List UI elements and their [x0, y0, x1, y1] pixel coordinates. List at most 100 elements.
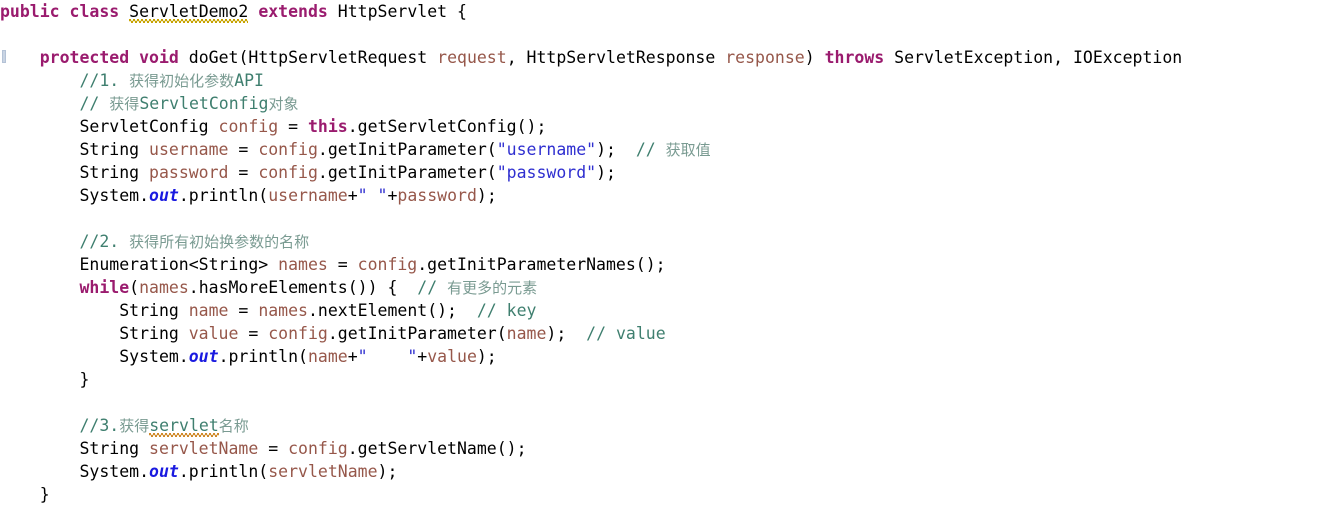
code-token: class: [69, 2, 120, 21]
code-token: .getServletConfig();: [347, 117, 547, 136]
code-token: }: [0, 485, 50, 504]
code-token: request: [437, 48, 507, 67]
code-token: //: [417, 278, 438, 297]
code-token: config: [258, 140, 318, 159]
code-token: "password": [496, 163, 597, 182]
code-token: );: [596, 140, 616, 159]
line-servletconfig[interactable]: ServletConfig config = this.getServletCo…: [0, 115, 1319, 138]
code-token: config: [288, 439, 348, 458]
code-token: API: [234, 71, 264, 90]
code-token: =: [258, 439, 289, 458]
code-token: 对象: [268, 95, 299, 113]
code-token: 获得: [119, 417, 150, 435]
code-token: //1.: [79, 71, 120, 90]
line-comment-2[interactable]: // 获得ServletConfig对象: [0, 92, 1319, 115]
code-token: );: [377, 462, 398, 481]
code-token: String: [0, 324, 189, 343]
code-token: =: [327, 255, 358, 274]
code-token: username: [149, 140, 229, 159]
line-blank-2[interactable]: [0, 207, 1319, 230]
code-token: names: [139, 278, 189, 297]
line-username[interactable]: String username = config.getInitParamete…: [0, 138, 1319, 161]
code-token: out: [188, 347, 219, 366]
code-token: //: [79, 94, 100, 113]
code-token: config: [218, 117, 279, 136]
code-token: config: [357, 255, 418, 274]
line-servletname[interactable]: String servletName = config.getServletNa…: [0, 437, 1319, 460]
code-token: .hasMoreElements()) {: [188, 278, 398, 297]
line-comment-1[interactable]: //1. 获得初始化参数API: [0, 69, 1319, 92]
line-comment-4[interactable]: //3.获得servlet名称: [0, 414, 1319, 437]
line-value[interactable]: String value = config.getInitParameter(n…: [0, 322, 1319, 345]
code-token: =: [278, 117, 308, 136]
code-token: while: [79, 278, 130, 297]
line-blank-3[interactable]: [0, 391, 1319, 414]
code-token: +: [417, 347, 428, 366]
code-token: out: [149, 462, 179, 481]
line-enumeration[interactable]: Enumeration<String> names = config.getIn…: [0, 253, 1319, 276]
code-token: // key: [476, 301, 537, 320]
code-token: password: [149, 163, 229, 182]
code-token: String: [0, 439, 150, 458]
code-token: .getInitParameter(: [317, 163, 497, 182]
code-editor-viewport[interactable]: public class ServletDemo2 extends HttpSe…: [0, 0, 1319, 508]
code-token: 获得: [109, 95, 140, 113]
line-password[interactable]: String password = config.getInitParamete…: [0, 161, 1319, 184]
source-code-block[interactable]: public class ServletDemo2 extends HttpSe…: [0, 0, 1319, 506]
code-token: protected: [39, 48, 130, 67]
line-print-namevalue[interactable]: System.out.println(name+" "+value);: [0, 345, 1319, 368]
code-token: );: [476, 347, 497, 366]
code-token: .getServletName();: [347, 439, 527, 458]
code-token: 获得所有初始换参数的名称: [129, 233, 310, 251]
code-token: throws: [824, 48, 885, 67]
code-token: 获取值: [665, 141, 711, 159]
code-token: this: [307, 117, 348, 136]
code-token: String: [0, 301, 189, 320]
code-token: .getInitParameter(: [317, 140, 497, 159]
line-print-servletname[interactable]: System.out.println(servletName);: [0, 460, 1319, 483]
code-token: +: [347, 186, 358, 205]
line-print-userpass[interactable]: System.out.println(username+" "+password…: [0, 184, 1319, 207]
code-token: value: [427, 347, 477, 366]
line-name[interactable]: String name = names.nextElement(); // ke…: [0, 299, 1319, 322]
line-class-decl[interactable]: public class ServletDemo2 extends HttpSe…: [0, 0, 1319, 23]
code-token: 名称: [218, 417, 249, 435]
code-token: out: [149, 186, 179, 205]
line-comment-3[interactable]: //2. 获得所有初始换参数的名称: [0, 230, 1319, 253]
line-doget-signature[interactable]: protected void doGet(HttpServletRequest …: [0, 46, 1319, 69]
code-token: void: [139, 48, 179, 67]
code-token: name: [506, 324, 547, 343]
code-token: names: [258, 301, 308, 320]
code-token: =: [228, 163, 259, 182]
line-while[interactable]: while(names.hasMoreElements()) { // 有更多的…: [0, 276, 1319, 299]
line-close-method[interactable]: }: [0, 483, 1319, 506]
code-token: );: [596, 163, 616, 182]
code-token: " ": [357, 347, 418, 366]
code-token: name: [307, 347, 348, 366]
code-token: //2.: [79, 232, 120, 251]
line-blank-1[interactable]: [0, 23, 1319, 46]
code-token: , HttpServletResponse: [506, 48, 726, 67]
code-token: );: [476, 186, 497, 205]
code-token: System.: [0, 347, 189, 366]
code-token: //3.: [79, 416, 120, 435]
code-token: String: [0, 163, 150, 182]
code-token: }: [0, 370, 90, 389]
line-close-while[interactable]: }: [0, 368, 1319, 391]
code-token: System.: [0, 186, 150, 205]
code-token: .getInitParameter(: [327, 324, 507, 343]
